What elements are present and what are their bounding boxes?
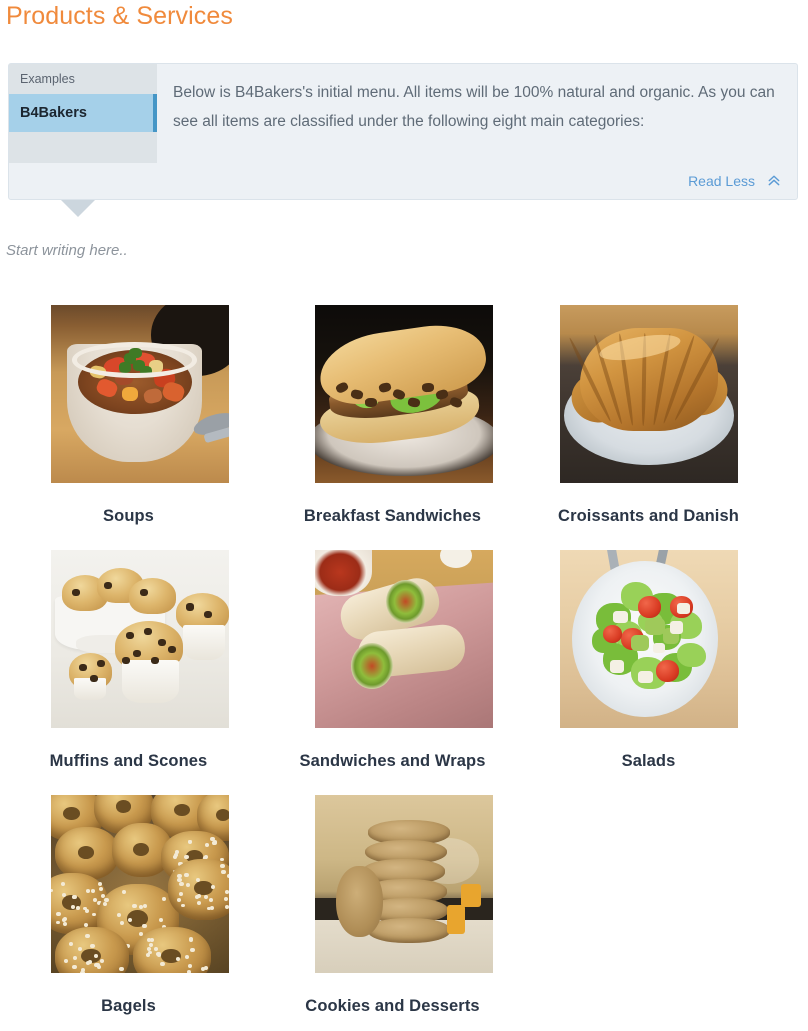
product-image-bsand[interactable]	[315, 305, 493, 483]
product-image-bagel[interactable]	[51, 795, 229, 973]
product-image-wrap[interactable]	[315, 550, 493, 728]
product-image-crois[interactable]	[560, 305, 738, 483]
product-card-cook[interactable]: Cookies and Desserts	[265, 786, 530, 1031]
product-label: Soups	[0, 507, 265, 526]
product-label: Bagels	[0, 997, 265, 1016]
product-card-salad[interactable]: Salads	[530, 541, 795, 786]
examples-info-panel: Examples B4Bakers Below is B4Bakers's in…	[8, 63, 798, 200]
product-image-muf[interactable]	[51, 550, 229, 728]
info-panel-body-text: Below is B4Bakers's initial menu. All it…	[173, 78, 781, 136]
read-less-toggle[interactable]: Read Less	[688, 173, 781, 189]
product-label: Breakfast Sandwiches	[255, 507, 530, 526]
examples-sidebar: Examples B4Bakers	[9, 64, 157, 163]
read-less-label: Read Less	[688, 173, 755, 189]
product-grid: Soups Breakfast Sandwiches Croissants and …	[0, 296, 808, 1031]
sidebar-item-b4bakers[interactable]: B4Bakers	[9, 94, 157, 132]
product-card-muf[interactable]: Muffins and Scones	[0, 541, 265, 786]
product-label: Sandwiches and Wraps	[255, 752, 530, 771]
product-card-soup[interactable]: Soups	[0, 296, 265, 541]
product-label: Croissants and Danish	[502, 507, 795, 526]
product-label: Salads	[502, 752, 795, 771]
product-image-salad[interactable]	[560, 550, 738, 728]
product-card-bagel[interactable]: Bagels	[0, 786, 265, 1031]
product-image-cook[interactable]	[315, 795, 493, 973]
callout-pointer	[61, 200, 95, 217]
page-title: Products & Services	[6, 2, 233, 31]
examples-sidebar-heading: Examples	[9, 64, 157, 94]
writing-area-placeholder[interactable]: Start writing here..	[6, 242, 786, 259]
product-card-crois[interactable]: Croissants and Danish	[530, 296, 795, 541]
chevron-double-up-icon	[767, 174, 781, 188]
product-label: Muffins and Scones	[0, 752, 265, 771]
product-label: Cookies and Desserts	[255, 997, 530, 1016]
product-card-bsand[interactable]: Breakfast Sandwiches	[265, 296, 530, 541]
product-image-soup[interactable]	[51, 305, 229, 483]
product-card-wrap[interactable]: Sandwiches and Wraps	[265, 541, 530, 786]
